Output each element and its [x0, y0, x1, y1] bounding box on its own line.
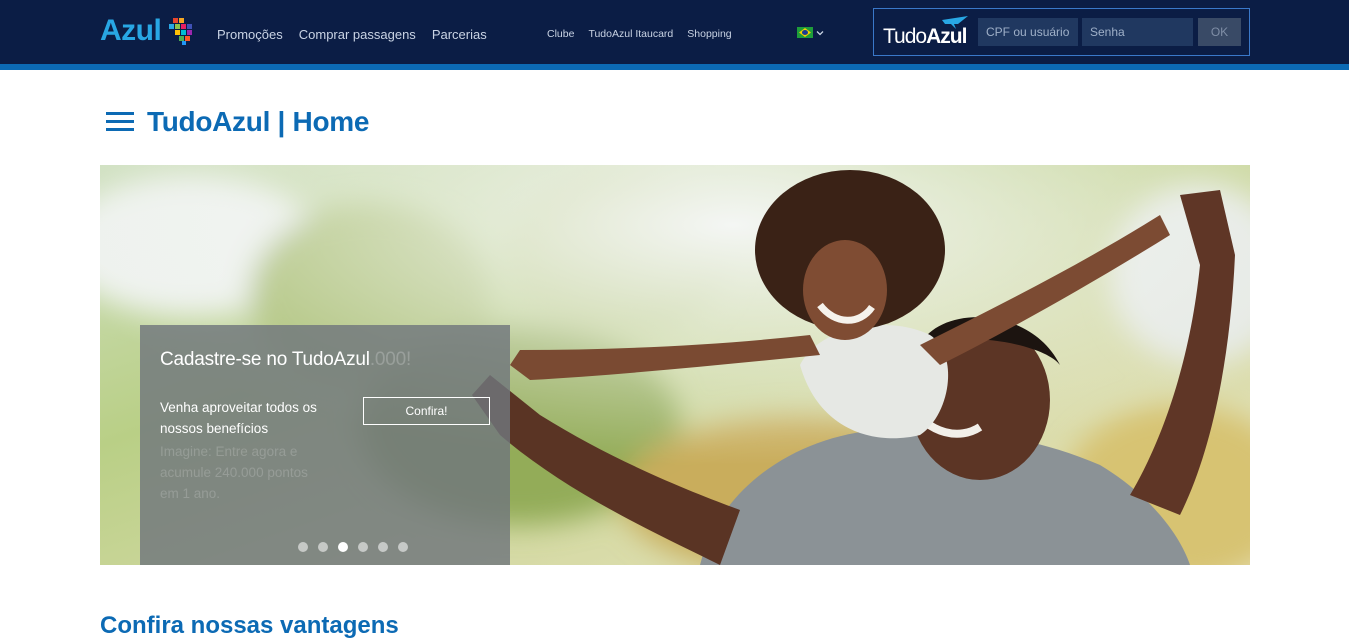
promo-faded-text: Imagine: Entre agora e acumule 240.000 p…: [160, 444, 308, 501]
header-accent-stripe: [0, 64, 1349, 70]
logo-text: Azul: [100, 14, 162, 47]
nav-link-parcerias[interactable]: Parcerias: [432, 27, 487, 42]
brazil-map-icon: [169, 18, 193, 45]
promo-description: Venha aproveitar todos os nossos benefíc…: [160, 400, 317, 436]
main-navigation: Promoções Comprar passagens Parcerias: [217, 27, 487, 42]
section-title: Confira nossas vantagens: [100, 612, 399, 639]
top-navigation-bar: Azul Promoções Comprar passagens Parceri…: [0, 0, 1349, 64]
confira-button[interactable]: Confira!: [363, 397, 490, 425]
nav-link-tudoazul-itaucard[interactable]: TudoAzul Itaucard: [588, 28, 673, 40]
carousel-dot[interactable]: [378, 542, 388, 552]
promo-card: Cadastre-se no TudoAzul.000! Venha aprov…: [140, 325, 510, 565]
brazil-flag-icon: [797, 27, 813, 38]
nav-link-promocoes[interactable]: Promoções: [217, 27, 283, 42]
carousel-pagination: [298, 542, 408, 552]
secondary-navigation: Clube TudoAzul Itaucard Shopping: [547, 28, 732, 40]
hamburger-menu-icon[interactable]: [106, 112, 134, 132]
login-submit-button[interactable]: OK: [1198, 18, 1241, 46]
hero-carousel: Cadastre-se no TudoAzul.000! Venha aprov…: [100, 165, 1250, 565]
language-selector[interactable]: [797, 27, 824, 38]
chevron-down-icon: [816, 30, 824, 35]
carousel-dot-active[interactable]: [338, 542, 348, 552]
carousel-dot[interactable]: [298, 542, 308, 552]
carousel-dot[interactable]: [318, 542, 328, 552]
promo-title: Cadastre-se no TudoAzul.000!: [160, 349, 412, 370]
azul-logo[interactable]: Azul: [100, 14, 195, 48]
carousel-dot[interactable]: [398, 542, 408, 552]
carousel-dot[interactable]: [358, 542, 368, 552]
nav-link-shopping[interactable]: Shopping: [687, 28, 731, 40]
username-input[interactable]: [978, 18, 1078, 46]
login-box: TudoAzul OK: [873, 8, 1250, 56]
page-title: TudoAzul | Home: [147, 106, 370, 137]
password-input[interactable]: [1082, 18, 1193, 46]
nav-link-comprar-passagens[interactable]: Comprar passagens: [299, 27, 416, 42]
nav-link-clube[interactable]: Clube: [547, 28, 574, 40]
tudoazul-logo: TudoAzul: [883, 25, 967, 48]
